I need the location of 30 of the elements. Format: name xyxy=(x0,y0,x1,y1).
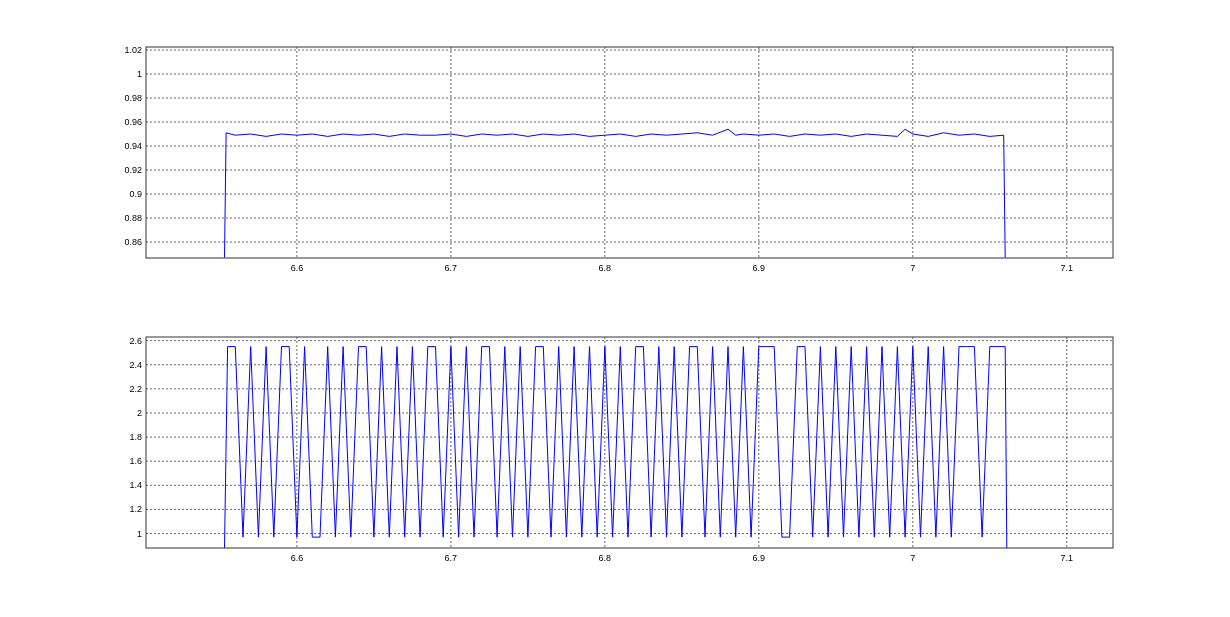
y-tick-label: 1.4 xyxy=(129,480,142,491)
x-tick-label: 6.8 xyxy=(598,553,612,563)
x-tick-label: 7.1 xyxy=(1060,263,1074,273)
x-tick-label: 6.9 xyxy=(752,553,766,563)
y-tick-label: 2.6 xyxy=(129,335,142,346)
x-tick-label: 6.7 xyxy=(444,553,458,563)
x-tick-label: 6.6 xyxy=(290,263,304,273)
y-tick-label: 1.2 xyxy=(129,504,142,515)
y-tick-label: 0.86 xyxy=(124,237,142,248)
y-tick-label: 2 xyxy=(137,407,142,418)
y-tick-label: 0.96 xyxy=(124,117,142,127)
y-tick-label: 2.4 xyxy=(129,359,142,370)
y-tick-label: 1.6 xyxy=(129,456,142,467)
x-tick-label: 7.1 xyxy=(1060,553,1074,563)
y-tick-label: 1 xyxy=(137,528,142,539)
y-tick-label: 1.8 xyxy=(129,432,142,443)
y-tick-label: 0.88 xyxy=(124,213,142,224)
x-tick-label: 6.7 xyxy=(444,263,458,273)
y-tick-label: 1 xyxy=(137,69,142,79)
y-tick-label: 2.2 xyxy=(129,383,142,394)
x-tick-label: 6.9 xyxy=(752,263,766,273)
y-tick-label: 0.98 xyxy=(124,93,142,103)
y-tick-label: 0.92 xyxy=(124,165,142,175)
x-tick-label: 6.8 xyxy=(598,263,612,273)
y-tick-label: 1.02 xyxy=(124,45,142,55)
y-tick-label: 0.94 xyxy=(124,141,142,151)
x-tick-label: 6.6 xyxy=(290,553,304,563)
x-tick-label: 7 xyxy=(910,553,916,563)
y-tick-label: 0.9 xyxy=(129,189,142,200)
x-tick-label: 7 xyxy=(910,263,916,273)
